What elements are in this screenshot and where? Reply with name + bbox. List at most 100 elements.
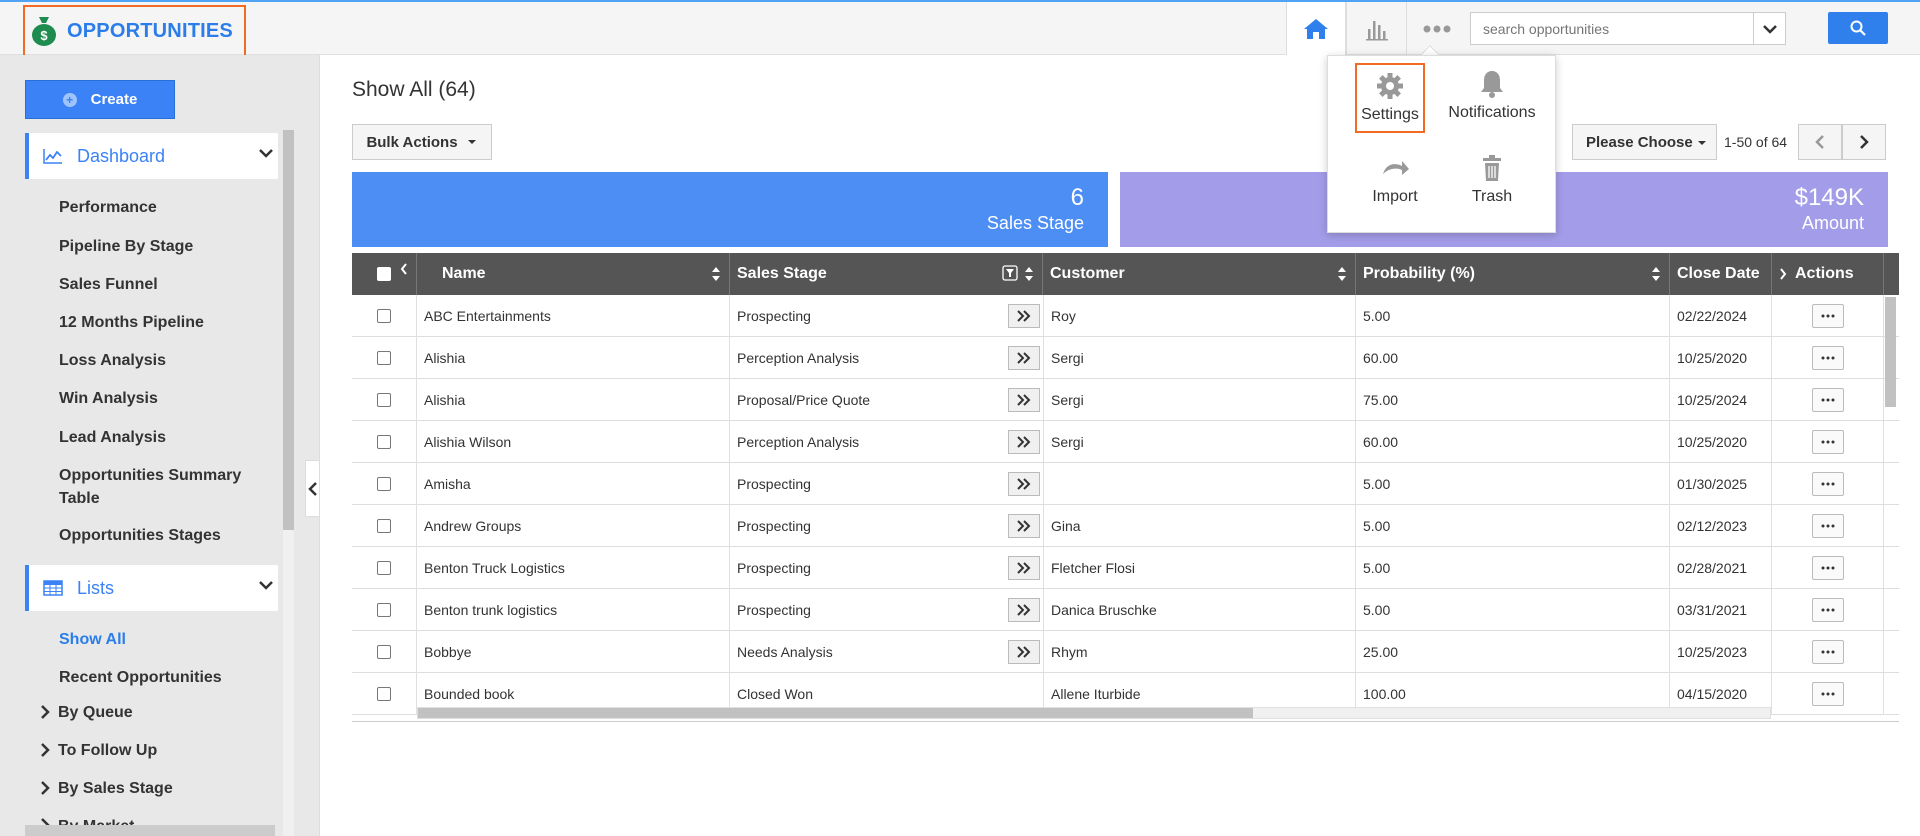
name-cell[interactable]: Benton trunk logistics [417, 589, 730, 631]
name-cell[interactable]: Alishia [417, 379, 730, 421]
row-actions-button[interactable] [1811, 598, 1844, 622]
settings-menu-item[interactable]: Settings [1355, 63, 1425, 133]
sidebar-item-opportunities-summary-table[interactable]: Opportunities Summary Table [59, 464, 259, 510]
sidebar-item-performance[interactable]: Performance [59, 196, 259, 219]
chevron-right-icon[interactable] [1779, 268, 1787, 280]
advance-stage-button[interactable] [1008, 640, 1040, 664]
sort-select[interactable]: Please Choose [1572, 124, 1717, 160]
row-checkbox[interactable] [377, 645, 391, 659]
row-actions-button[interactable] [1811, 472, 1844, 496]
sidebar-item-loss-analysis[interactable]: Loss Analysis [59, 349, 259, 372]
column-header-customer[interactable]: Customer [1043, 253, 1356, 295]
name-cell[interactable]: Alishia Wilson [417, 421, 730, 463]
search-input[interactable] [1471, 13, 1753, 44]
row-checkbox[interactable] [377, 393, 391, 407]
sidebar-item-pipeline-by-stage[interactable]: Pipeline By Stage [59, 235, 259, 258]
name-cell[interactable]: Andrew Groups [417, 505, 730, 547]
row-actions-button[interactable] [1811, 640, 1844, 664]
table-row[interactable]: Bobbye Needs Analysis Rhym 25.00 10/25/2023 [352, 631, 1899, 673]
app-brand[interactable]: $ OPPORTUNITIES [23, 5, 246, 57]
row-actions-button[interactable] [1811, 346, 1844, 370]
import-menu-item[interactable]: Import [1345, 152, 1445, 206]
row-actions-button[interactable] [1811, 556, 1844, 580]
row-checkbox[interactable] [377, 687, 391, 701]
row-checkbox[interactable] [377, 351, 391, 365]
customer-cell[interactable]: Fletcher Flosi [1043, 547, 1356, 589]
table-row[interactable]: Benton Truck Logistics Prospecting Fletche… [352, 547, 1899, 589]
search-button[interactable] [1828, 12, 1888, 44]
bulk-actions-button[interactable]: Bulk Actions [352, 124, 492, 160]
customer-cell[interactable] [1043, 463, 1356, 505]
sidebar-tree-by-queue[interactable]: By Queue [40, 704, 133, 722]
customer-cell[interactable]: Sergi [1043, 337, 1356, 379]
row-checkbox[interactable] [377, 519, 391, 533]
sidebar-item-win-analysis[interactable]: Win Analysis [59, 387, 259, 410]
collapse-sidebar-button[interactable] [305, 460, 320, 517]
table-row[interactable]: Alishia Perception Analysis Sergi 60.00 10/2… [352, 337, 1899, 379]
sidebar-tree-to-follow-up[interactable]: To Follow Up [40, 742, 157, 760]
next-page-button[interactable] [1842, 124, 1886, 160]
row-actions-button[interactable] [1811, 388, 1844, 412]
advance-stage-button[interactable] [1008, 304, 1040, 328]
notifications-menu-item[interactable]: Notifications [1442, 68, 1542, 122]
row-actions-button[interactable] [1811, 430, 1844, 454]
sidebar-item-show-all[interactable]: Show All [59, 628, 259, 651]
customer-cell[interactable]: Roy [1043, 295, 1356, 337]
sidebar-item-opportunities-stages[interactable]: Opportunities Stages [59, 524, 259, 547]
name-cell[interactable]: Benton Truck Logistics [417, 547, 730, 589]
name-cell[interactable]: Alishia [417, 337, 730, 379]
home-button[interactable] [1286, 2, 1346, 55]
sidebar-scrollbar[interactable] [283, 130, 294, 836]
table-row[interactable]: ABC Entertainments Prospecting Roy 5.00 02/2… [352, 295, 1899, 337]
sidebar-item-12-months-pipeline[interactable]: 12 Months Pipeline [59, 311, 259, 334]
advance-stage-button[interactable] [1008, 388, 1040, 412]
more-button[interactable] [1406, 2, 1466, 55]
column-header-sales-stage[interactable]: Sales Stage [730, 253, 1043, 295]
advance-stage-button[interactable] [1008, 598, 1040, 622]
name-cell[interactable]: ABC Entertainments [417, 295, 730, 337]
filter-icon[interactable] [1002, 265, 1018, 281]
trash-menu-item[interactable]: Trash [1442, 152, 1542, 206]
advance-stage-button[interactable] [1008, 556, 1040, 580]
customer-cell[interactable]: Sergi [1043, 379, 1356, 421]
table-horizontal-scrollbar[interactable] [417, 707, 1771, 719]
sidebar-item-recent-opportunities[interactable]: Recent Opportunities [59, 666, 259, 689]
row-checkbox[interactable] [377, 561, 391, 575]
table-row[interactable]: Amisha Prospecting 5.00 01/30/2025 [352, 463, 1899, 505]
row-checkbox[interactable] [377, 309, 391, 323]
scrollbar-thumb[interactable] [283, 130, 294, 530]
customer-cell[interactable]: Danica Bruschke [1043, 589, 1356, 631]
column-header-probability[interactable]: Probability (%) [1356, 253, 1670, 295]
summary-card-sales-stage[interactable]: 6 Sales Stage [352, 172, 1108, 247]
row-checkbox[interactable] [377, 435, 391, 449]
table-row[interactable]: Alishia Proposal/Price Quote Sergi 75.00 10/… [352, 379, 1899, 421]
table-vertical-scrollbar[interactable] [1885, 297, 1896, 407]
name-cell[interactable]: Amisha [417, 463, 730, 505]
customer-cell[interactable]: Sergi [1043, 421, 1356, 463]
reports-button[interactable] [1346, 2, 1406, 55]
row-actions-button[interactable] [1811, 514, 1844, 538]
sidebar-tree-by-sales-stage[interactable]: By Sales Stage [40, 780, 173, 798]
row-checkbox[interactable] [377, 477, 391, 491]
table-row[interactable]: Andrew Groups Prospecting Gina 5.00 02/12/20… [352, 505, 1899, 547]
sidebar-section-dashboard[interactable]: Dashboard [25, 133, 278, 179]
advance-stage-button[interactable] [1008, 346, 1040, 370]
prev-page-button[interactable] [1798, 124, 1842, 160]
sidebar-section-lists[interactable]: Lists [25, 565, 278, 611]
scrollbar-thumb[interactable] [418, 708, 1253, 718]
chevron-left-icon[interactable] [400, 263, 408, 275]
advance-stage-button[interactable] [1008, 430, 1040, 454]
name-cell[interactable]: Bobbye [417, 631, 730, 673]
row-actions-button[interactable] [1811, 304, 1844, 328]
table-row[interactable]: Benton trunk logistics Prospecting Danica … [352, 589, 1899, 631]
customer-cell[interactable]: Rhym [1043, 631, 1356, 673]
create-button[interactable]: + Create [25, 80, 175, 119]
column-header-name[interactable]: Name [417, 253, 730, 295]
sidebar-item-lead-analysis[interactable]: Lead Analysis [59, 426, 259, 449]
sidebar-item-sales-funnel[interactable]: Sales Funnel [59, 273, 259, 296]
table-row[interactable]: Alishia Wilson Perception Analysis Sergi 60… [352, 421, 1899, 463]
customer-cell[interactable]: Gina [1043, 505, 1356, 547]
advance-stage-button[interactable] [1008, 514, 1040, 538]
column-header-close-date[interactable]: Close Date [1670, 253, 1772, 295]
select-all-checkbox[interactable] [377, 267, 391, 281]
